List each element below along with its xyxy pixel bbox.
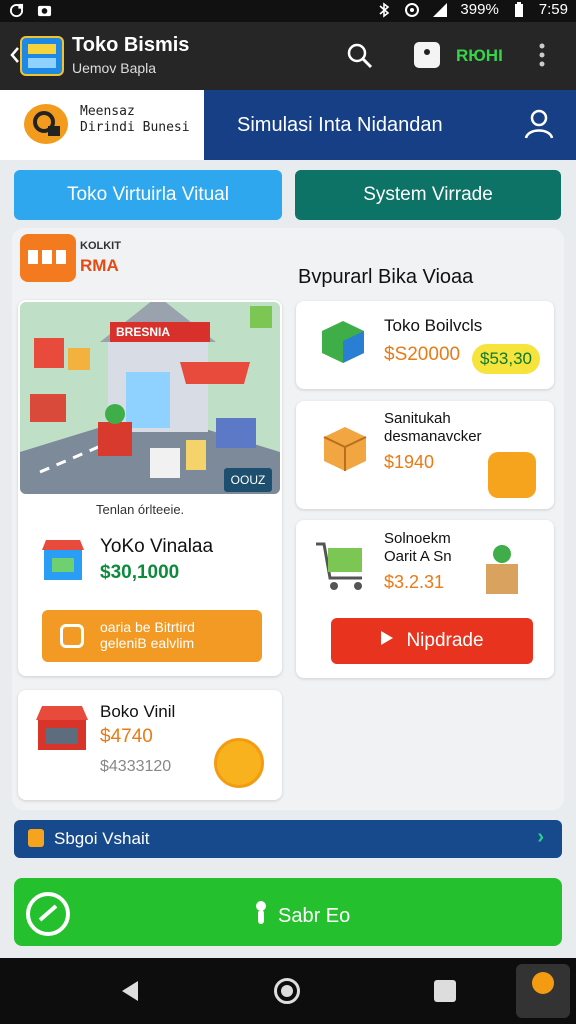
app-bar: Toko Bismis Uemov Bapla RЮHI	[0, 22, 576, 90]
item-name: Solnoekm	[384, 530, 451, 547]
item-price-pill[interactable]: $53,30	[472, 344, 540, 374]
play-icon	[380, 630, 394, 652]
status-bar: 399% 7:59	[0, 0, 576, 22]
upgrade-button[interactable]: Nipdrade	[331, 618, 533, 664]
room-label[interactable]: RЮHI	[456, 46, 503, 66]
user-icon[interactable]	[524, 108, 554, 145]
start-button[interactable]: Sabr Eo	[14, 878, 562, 946]
store-name: YoKo Vinalaa	[100, 536, 214, 557]
battery-icon	[511, 1, 527, 18]
banner-brand-line2: Dirindi Bunesi	[80, 120, 190, 135]
banner-title: Simulasi Inta Nidandan	[237, 114, 443, 136]
signal-icon	[432, 2, 448, 18]
store-price: $30,1000	[100, 562, 180, 583]
sync-icon	[8, 2, 24, 18]
rma-badge-icon	[20, 234, 76, 282]
item-price: $4740	[100, 726, 153, 747]
lock-icon	[28, 829, 44, 847]
store-sign: BRESNIA	[116, 325, 170, 339]
corner-logo-icon	[532, 972, 554, 994]
illustration-tag: OOUZ	[224, 468, 272, 492]
item-name-line2: Oarit A Sn	[384, 548, 452, 565]
system-upgrade-button[interactable]: System Virrade	[295, 170, 561, 220]
store-illustration: BRESNIA	[20, 302, 280, 494]
nav-back-icon[interactable]	[120, 980, 140, 1007]
app-title: Toko Bismis	[72, 34, 190, 56]
item-price: $3.2.31	[384, 572, 445, 592]
nav-recents-icon[interactable]	[434, 980, 456, 1002]
app-subtitle: Uemov Bapla	[72, 60, 157, 76]
dice-icon[interactable]	[414, 42, 440, 68]
chevron-right-icon: ›	[537, 826, 544, 848]
item-price: $1940	[384, 452, 435, 472]
lock-badge-icon	[24, 104, 68, 144]
coin-icon	[214, 738, 264, 788]
system-nav-bar	[0, 958, 576, 1024]
item-old-price: $4333120	[100, 758, 172, 775]
search-icon[interactable]	[346, 42, 374, 75]
header-banner: Meensaz Dirindi Bunesi Simulasi Inta Nid…	[0, 90, 576, 160]
info-bar[interactable]: Sbgoi Vshait ›	[14, 820, 562, 858]
corner-app-icon[interactable]	[516, 964, 570, 1018]
cube-icon	[322, 321, 364, 363]
coin-icon	[488, 452, 536, 498]
more-vert-icon[interactable]	[538, 42, 546, 73]
item-name: Boko Vinil	[100, 702, 176, 721]
virtual-store-button[interactable]: Toko Virtuirla Vitual	[14, 170, 282, 220]
plant-box-icon	[486, 545, 518, 594]
banner-brand: Meensaz Dirindi Bunesi	[0, 90, 204, 160]
chat-icon	[60, 624, 84, 648]
nav-home-icon[interactable]	[274, 978, 300, 1004]
tap-icon	[254, 900, 268, 932]
bluetooth-icon	[376, 1, 392, 18]
shop-icon	[40, 536, 86, 584]
battery-percent: 399%	[460, 1, 499, 18]
badge-label: KOLKIT	[80, 240, 121, 252]
item-name: Toko Boilvcls	[384, 316, 483, 335]
vibrate-icon	[404, 2, 420, 18]
start-label: Sabr Eo	[278, 904, 351, 927]
app-logo	[20, 36, 64, 76]
info-bar-label: Sbgoi Vshait	[54, 829, 150, 848]
store-caption: Tenlan órlteeie.	[96, 502, 185, 517]
timer-icon	[26, 892, 70, 936]
section-title: Bvpurarl Bika Vioaa	[298, 266, 474, 288]
store-action-line2: geleniB ealvlim	[100, 635, 195, 651]
store-action-button[interactable]: oaria be Bitrtird geleniB ealvlim	[42, 610, 262, 662]
item-price: $S20000	[384, 344, 461, 365]
shop-stall-icon	[36, 706, 88, 750]
item-name: Sanitukah	[384, 410, 451, 427]
clock: 7:59	[538, 1, 568, 18]
back-arrow-icon[interactable]	[10, 46, 20, 69]
package-icon	[323, 427, 367, 471]
store-action-line1: oaria be Bitrtird	[100, 619, 195, 635]
camera-icon	[36, 2, 52, 18]
item-name-line2: desmanavcker	[384, 428, 482, 445]
banner-brand-line1: Meensaz	[80, 104, 135, 119]
upgrade-label: Nipdrade	[406, 630, 484, 651]
badge-title: RMA	[80, 256, 119, 275]
cart-icon	[316, 542, 362, 590]
